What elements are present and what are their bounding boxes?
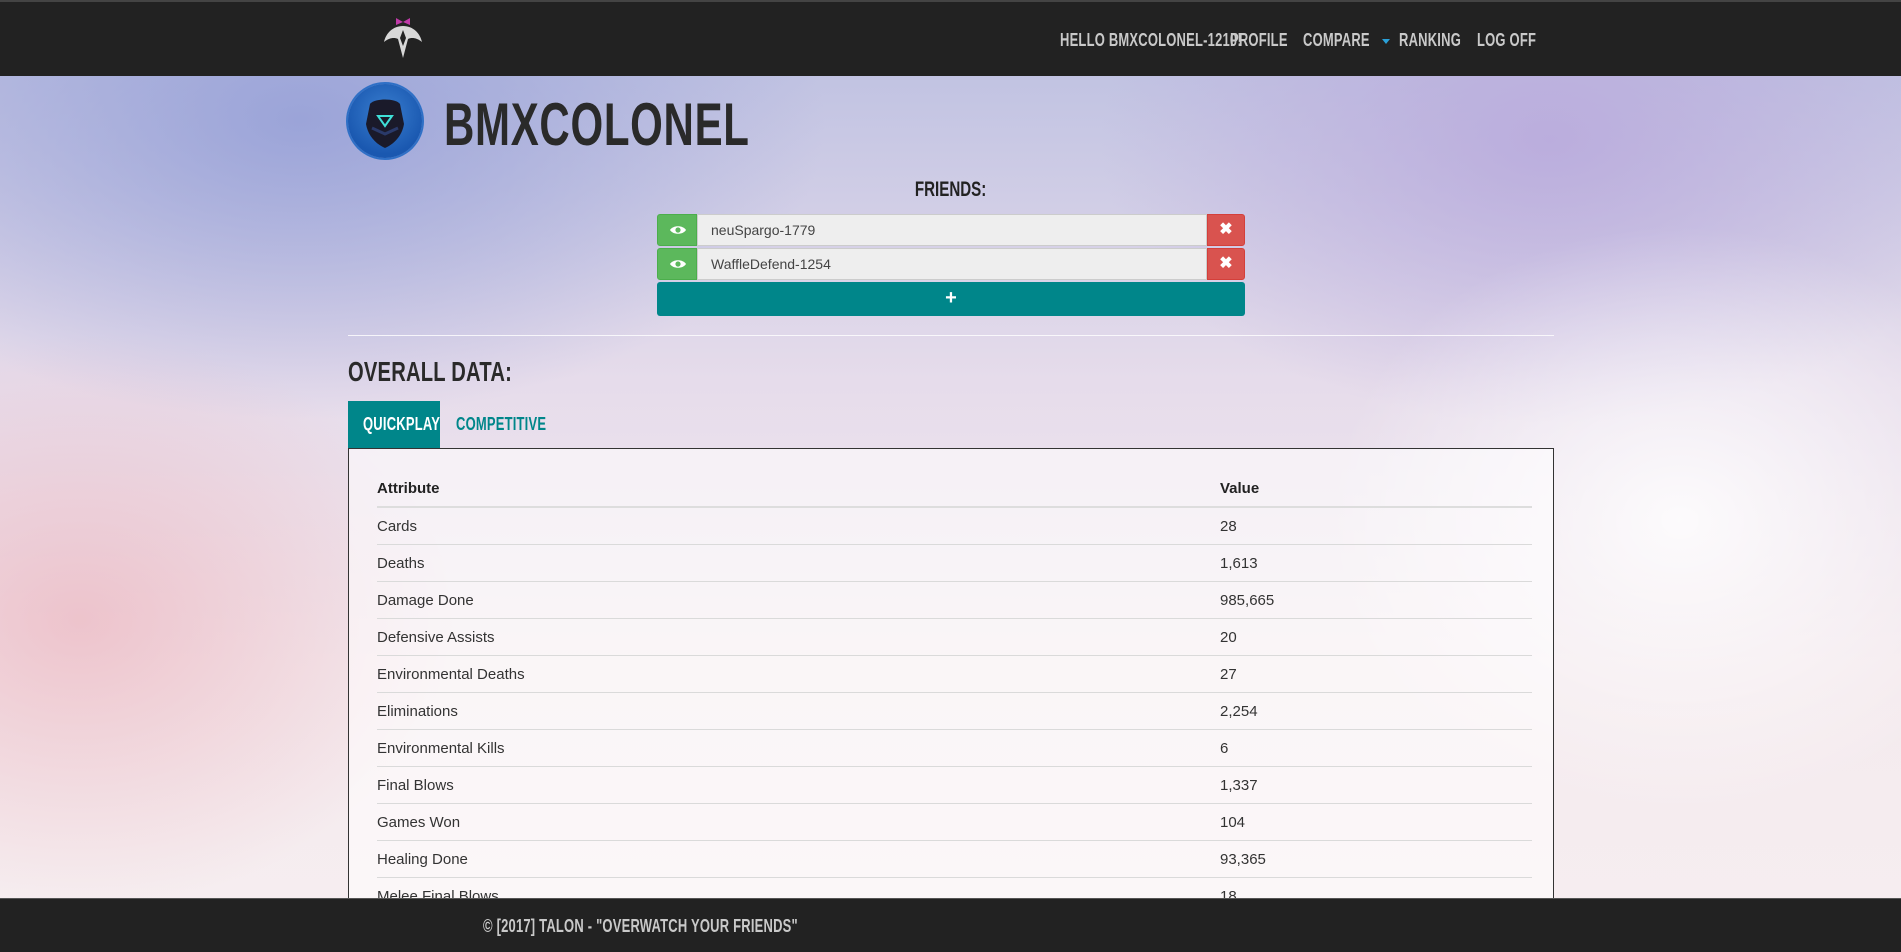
- nav-ranking-link[interactable]: RANKING: [1399, 30, 1485, 51]
- stat-attribute: Healing Done: [377, 840, 1220, 878]
- stat-value: 985,665: [1220, 581, 1532, 619]
- table-row: Healing Done 93,365: [377, 840, 1532, 878]
- top-navbar: HELLO BMXCOLONEL-1210! PROFILE COMPARE R…: [0, 0, 1901, 76]
- stat-value: 6: [1220, 729, 1532, 767]
- footer-copyright: © [2017] TALON - "OVERWATCH YOUR FRIENDS…: [483, 916, 798, 936]
- stat-value: 104: [1220, 803, 1532, 841]
- table-row: Deaths 1,613: [377, 544, 1532, 582]
- remove-friend-button[interactable]: ✖: [1207, 248, 1245, 280]
- table-row: Final Blows 1,337: [377, 766, 1532, 804]
- table-row: Cards 28: [377, 507, 1532, 545]
- stat-attribute: Deaths: [377, 544, 1220, 582]
- friend-name: WaffleDefend-1254: [697, 248, 1207, 280]
- stat-attribute: Eliminations: [377, 692, 1220, 730]
- tab-quickplay[interactable]: QUICKPLAY: [348, 401, 440, 448]
- stat-value: 1,337: [1220, 766, 1532, 804]
- nav-compare-dropdown[interactable]: COMPARE: [1303, 30, 1390, 51]
- close-icon: ✖: [1219, 255, 1233, 272]
- column-header-attribute: Attribute: [377, 471, 1220, 508]
- table-header-row: Attribute Value: [377, 471, 1532, 508]
- stat-value: 27: [1220, 655, 1532, 693]
- stat-attribute: Defensive Assists: [377, 618, 1220, 656]
- table-row: Environmental Deaths 27: [377, 655, 1532, 693]
- stat-attribute: Environmental Deaths: [377, 655, 1220, 693]
- player-username: BMXCOLONEL: [444, 91, 750, 158]
- view-friend-button[interactable]: [657, 214, 697, 246]
- remove-friend-button[interactable]: ✖: [1207, 214, 1245, 246]
- close-icon: ✖: [1219, 221, 1233, 238]
- table-row: Damage Done 985,665: [377, 581, 1532, 619]
- caret-down-icon: [1381, 38, 1390, 44]
- stat-attribute: Final Blows: [377, 766, 1220, 804]
- tab-competitive[interactable]: COMPETITIVE: [440, 401, 546, 448]
- plus-icon: +: [945, 287, 957, 309]
- section-divider: [348, 335, 1554, 336]
- nav-logoff-link[interactable]: LOG OFF: [1477, 30, 1559, 51]
- stats-table: Attribute Value Cards 28 Deaths 1,613 Damage…: [377, 471, 1532, 908]
- nav-profile-link[interactable]: PROFILE: [1230, 30, 1310, 51]
- talon-logo-icon[interactable]: [380, 16, 426, 62]
- stats-panel: Attribute Value Cards 28 Deaths 1,613 Damage…: [348, 448, 1554, 908]
- stat-attribute: Damage Done: [377, 581, 1220, 619]
- friend-row: neuSpargo-1779 ✖: [657, 214, 1245, 246]
- player-avatar: [348, 84, 422, 158]
- stat-value: 1,613: [1220, 544, 1532, 582]
- table-row: Games Won 104: [377, 803, 1532, 841]
- friend-row: WaffleDefend-1254 ✖: [657, 248, 1245, 280]
- eye-icon: [670, 260, 686, 268]
- sombra-portrait-icon: [366, 99, 404, 148]
- friend-name: neuSpargo-1779: [697, 214, 1207, 246]
- stat-value: 93,365: [1220, 840, 1532, 878]
- table-row: Eliminations 2,254: [377, 692, 1532, 730]
- table-row: Environmental Kills 6: [377, 729, 1532, 767]
- friends-heading: FRIENDS:: [914, 178, 987, 201]
- overall-data-heading: OVERALL DATA:: [348, 356, 513, 387]
- page-footer: © [2017] TALON - "OVERWATCH YOUR FRIENDS…: [0, 898, 1901, 952]
- stat-attribute: Games Won: [377, 803, 1220, 841]
- stat-value: 20: [1220, 618, 1532, 656]
- stat-value: 2,254: [1220, 692, 1532, 730]
- stat-attribute: Environmental Kills: [377, 729, 1220, 767]
- stat-value: 28: [1220, 507, 1532, 545]
- eye-icon: [670, 226, 686, 234]
- table-row: Defensive Assists 20: [377, 618, 1532, 656]
- stat-attribute: Cards: [377, 507, 1220, 545]
- add-friend-button[interactable]: +: [657, 282, 1245, 316]
- column-header-value: Value: [1220, 471, 1532, 508]
- view-friend-button[interactable]: [657, 248, 697, 280]
